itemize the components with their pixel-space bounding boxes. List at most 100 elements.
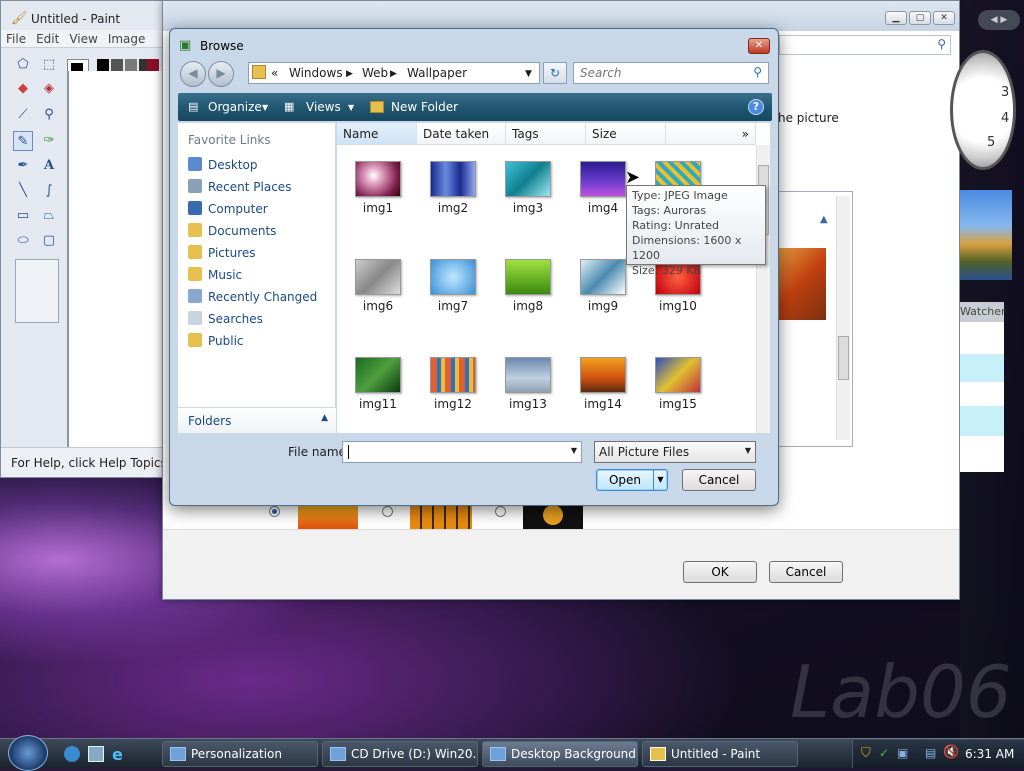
- search-input[interactable]: Search ⚲: [573, 62, 769, 84]
- feed-watcher-gadget[interactable]: Watcher: [960, 302, 1006, 472]
- file-thumb-img11[interactable]: [355, 357, 401, 393]
- minimize-icon[interactable]: ▁: [885, 11, 907, 25]
- breadcrumb-separator-icon[interactable]: ▶: [390, 69, 397, 79]
- file-thumb-img1[interactable]: [355, 161, 401, 197]
- column-date-taken[interactable]: Date taken: [417, 123, 506, 145]
- file-label-img1[interactable]: img1: [348, 201, 408, 215]
- slideshow-gadget[interactable]: [960, 190, 1012, 280]
- file-thumb-img12[interactable]: [430, 357, 476, 393]
- fit-radio-2[interactable]: [382, 506, 393, 517]
- file-label-img15[interactable]: img15: [648, 397, 708, 411]
- nav-item-computer[interactable]: Computer: [188, 201, 268, 221]
- organize-button[interactable]: Organize: [208, 100, 262, 114]
- task-cd-drive[interactable]: CD Drive (D:) Win20...: [322, 741, 478, 767]
- nav-item-recently-changed[interactable]: Recently Changed: [188, 289, 317, 309]
- collapse-icon[interactable]: ▲: [820, 214, 828, 225]
- palette-gray[interactable]: [125, 59, 137, 71]
- file-label-img7[interactable]: img7: [423, 299, 483, 313]
- fill-icon[interactable]: ◈: [39, 79, 59, 99]
- fit-radio-1[interactable]: [269, 506, 280, 517]
- column-tags[interactable]: Tags: [506, 123, 586, 145]
- breadcrumb-overflow[interactable]: «: [271, 66, 278, 80]
- open-button[interactable]: Open ▼: [596, 469, 668, 491]
- ellipse-icon[interactable]: ⬭: [13, 231, 33, 251]
- refresh-icon[interactable]: ↻: [543, 62, 567, 84]
- palette-black[interactable]: [97, 59, 109, 71]
- brush-icon[interactable]: ✑: [39, 131, 59, 151]
- views-button[interactable]: Views: [306, 100, 341, 114]
- address-bar[interactable]: « Windows ▶ Web ▶ Wallpaper ▼: [248, 62, 540, 84]
- file-thumb-img6[interactable]: [355, 259, 401, 295]
- sidebar-arrows-icon[interactable]: ◀ ▶: [978, 10, 1020, 30]
- help-icon[interactable]: ?: [748, 99, 764, 115]
- select-icon[interactable]: ⬚: [39, 55, 59, 75]
- nav-item-pictures[interactable]: Pictures: [188, 245, 256, 265]
- file-thumb-img15[interactable]: [655, 357, 701, 393]
- start-button-icon[interactable]: [8, 735, 48, 771]
- breadcrumb-windows[interactable]: Windows: [289, 66, 343, 80]
- pick-color-icon[interactable]: ⟋: [13, 105, 33, 125]
- maximize-icon[interactable]: ▢: [909, 11, 931, 25]
- new-folder-button[interactable]: New Folder: [391, 100, 458, 114]
- menu-image[interactable]: Image: [103, 30, 151, 48]
- menu-edit[interactable]: Edit: [31, 30, 64, 48]
- task-paint[interactable]: Untitled - Paint: [642, 741, 798, 767]
- file-label-img12[interactable]: img12: [423, 397, 483, 411]
- file-label-img14[interactable]: img14: [573, 397, 633, 411]
- close-icon[interactable]: ✕: [748, 38, 770, 54]
- file-label-img4[interactable]: img4: [573, 201, 633, 215]
- chevron-down-icon[interactable]: ▼: [525, 69, 532, 79]
- nav-item-public[interactable]: Public: [188, 333, 244, 353]
- curve-icon[interactable]: ∫: [39, 181, 59, 201]
- wallpaper-thumb-arch[interactable]: [774, 248, 826, 320]
- sync-icon[interactable]: ✓: [879, 746, 889, 760]
- file-name-input[interactable]: ▼: [342, 441, 582, 463]
- chevron-down-icon[interactable]: ▼: [571, 446, 577, 455]
- folders-toggle[interactable]: Folders ▲: [178, 407, 336, 433]
- breadcrumb-wallpaper[interactable]: Wallpaper: [407, 66, 467, 80]
- palette-darkgray[interactable]: [111, 59, 123, 71]
- file-type-select[interactable]: All Picture Files ▼: [594, 441, 756, 463]
- file-thumb-img9[interactable]: [580, 259, 626, 295]
- nav-item-searches[interactable]: Searches: [188, 311, 263, 331]
- file-thumb-img3[interactable]: [505, 161, 551, 197]
- nav-item-recent-places[interactable]: Recent Places: [188, 179, 291, 199]
- file-thumb-img7[interactable]: [430, 259, 476, 295]
- polygon-icon[interactable]: ⏢: [39, 206, 59, 226]
- free-select-icon[interactable]: ⬠: [13, 55, 33, 75]
- file-label-img10[interactable]: img10: [648, 299, 708, 313]
- wallpaper-scrollbar[interactable]: [836, 196, 850, 440]
- forward-button-icon[interactable]: ▶: [208, 61, 234, 87]
- column-size[interactable]: Size: [586, 123, 666, 145]
- fit-radio-3[interactable]: [495, 506, 506, 517]
- task-desktop-background[interactable]: Desktop Background: [482, 741, 638, 767]
- pencil-icon[interactable]: ✎: [13, 131, 33, 151]
- file-label-img6[interactable]: img6: [348, 299, 408, 313]
- show-desktop-icon[interactable]: [64, 746, 80, 762]
- file-thumb-img8[interactable]: [505, 259, 551, 295]
- switch-windows-icon[interactable]: [88, 746, 104, 762]
- file-thumb-img4[interactable]: [580, 161, 626, 197]
- rounded-rect-icon[interactable]: ▢: [39, 231, 59, 251]
- rectangle-icon[interactable]: ▭: [13, 206, 33, 226]
- file-label-img9[interactable]: img9: [573, 299, 633, 313]
- breadcrumb-separator-icon[interactable]: ▶: [346, 69, 353, 79]
- chevron-down-icon[interactable]: ▼: [653, 470, 667, 490]
- menu-view[interactable]: View: [64, 30, 102, 48]
- close-icon[interactable]: ✕: [933, 11, 955, 25]
- palette-maroon[interactable]: [147, 59, 159, 71]
- nav-item-documents[interactable]: Documents: [188, 223, 276, 243]
- security-shield-icon[interactable]: ⛉: [861, 746, 871, 761]
- network-icon[interactable]: ▤: [925, 746, 936, 760]
- file-label-img2[interactable]: img2: [423, 201, 483, 215]
- volume-muted-icon[interactable]: 🔇: [943, 745, 959, 760]
- chevron-down-icon[interactable]: ▼: [348, 103, 354, 112]
- file-label-img13[interactable]: img13: [498, 397, 558, 411]
- file-label-img3[interactable]: img3: [498, 201, 558, 215]
- magnifier-icon[interactable]: ⚲: [39, 105, 59, 125]
- back-button-icon[interactable]: ◀: [180, 61, 206, 87]
- chevron-down-icon[interactable]: ▼: [262, 103, 268, 112]
- breadcrumb-web[interactable]: Web: [362, 66, 388, 80]
- browse-cancel-button[interactable]: Cancel: [682, 469, 756, 491]
- dbg-address-bar[interactable]: ⚲: [779, 35, 951, 55]
